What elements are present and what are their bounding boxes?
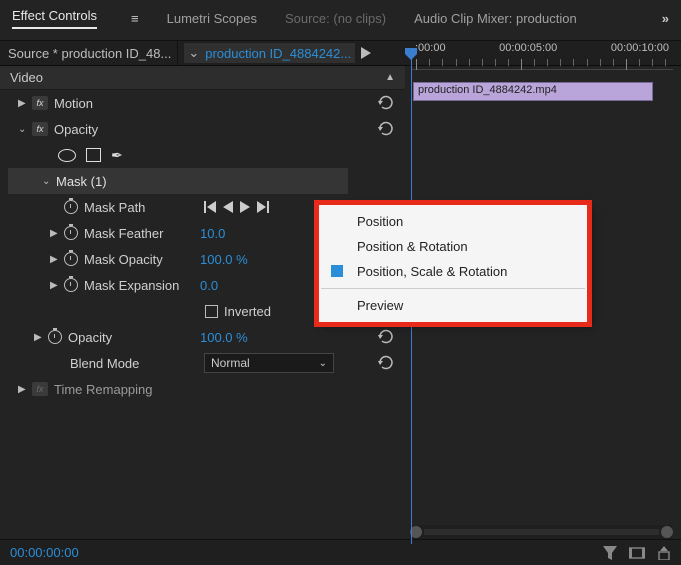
tab-audio-clip-mixer[interactable]: Audio Clip Mixer: production <box>414 11 577 26</box>
menu-item-preview[interactable]: Preview <box>319 293 587 318</box>
filter-icon[interactable] <box>603 546 617 560</box>
opacity-label: Opacity <box>54 122 98 137</box>
chevron-right-icon[interactable]: ▶ <box>18 98 28 109</box>
panel-tab-bar: Effect Controls ≡ Lumetri Scopes Source:… <box>0 0 681 30</box>
mask-path-label: Mask Path <box>84 200 145 215</box>
opacity-value-row[interactable]: ▶ Opacity 100.0 % <box>0 324 405 350</box>
stopwatch-icon[interactable] <box>64 226 78 240</box>
blend-mode-row[interactable]: Blend Mode Normal ⌄ <box>0 350 405 376</box>
check-icon <box>331 265 343 277</box>
ellipse-mask-icon[interactable] <box>58 149 76 162</box>
chevron-down-icon[interactable]: ⌄ <box>18 124 28 135</box>
play-icon[interactable] <box>361 47 371 59</box>
time-label-0: :00:00 <box>415 42 446 54</box>
motion-row[interactable]: ▶ fx Motion <box>0 90 405 116</box>
chevron-right-icon[interactable]: ▶ <box>50 280 60 291</box>
stopwatch-icon[interactable] <box>48 330 62 344</box>
footer-bar: 00:00:00:00 <box>0 539 681 565</box>
time-remapping-row[interactable]: ▶ fx Time Remapping <box>0 376 405 402</box>
current-timecode[interactable]: 00:00:00:00 <box>10 545 79 560</box>
menu-item-position[interactable]: Position <box>319 209 587 234</box>
video-label: Video <box>10 70 43 85</box>
chevron-down-icon: ⌄ <box>188 45 199 61</box>
fx-badge-icon[interactable]: fx <box>32 122 48 136</box>
clip-selector-label: production ID_4884242... <box>205 46 351 61</box>
playhead-handle[interactable] <box>405 48 417 60</box>
blend-mode-select[interactable]: Normal ⌄ <box>204 353 334 373</box>
tab-source[interactable]: Source: (no clips) <box>285 11 386 26</box>
kf-first-icon[interactable] <box>204 201 216 213</box>
menu-item-position-scale-rotation[interactable]: Position, Scale & Rotation <box>319 259 587 284</box>
reset-icon[interactable] <box>377 355 395 371</box>
pen-mask-icon[interactable]: ✒ <box>111 147 123 164</box>
kf-next-icon[interactable] <box>240 201 250 213</box>
time-label-1: 00:00:05:00 <box>499 42 557 54</box>
mask-opacity-value[interactable]: 100.0 % <box>200 252 248 267</box>
reset-icon[interactable] <box>377 329 395 345</box>
clip-icon[interactable] <box>629 546 645 560</box>
video-header[interactable]: Video ▲ <box>0 66 405 90</box>
ruler-ticks <box>411 56 673 70</box>
chevron-down-icon: ⌄ <box>319 358 327 369</box>
reset-icon[interactable] <box>377 95 395 111</box>
mask-expansion-value[interactable]: 0.0 <box>200 278 218 293</box>
collapse-up-icon[interactable]: ▲ <box>385 72 395 83</box>
mask-feather-value[interactable]: 10.0 <box>200 226 225 241</box>
opacity-row[interactable]: ⌄ fx Opacity <box>0 116 405 142</box>
chevron-right-icon[interactable]: ▶ <box>34 332 44 343</box>
zoom-handle-right[interactable] <box>661 526 673 538</box>
timeline-zoom-scroll[interactable] <box>410 525 673 539</box>
kf-last-icon[interactable] <box>257 201 269 213</box>
menu-item-position-rotation[interactable]: Position & Rotation <box>319 234 587 259</box>
keyframe-nav <box>204 201 269 213</box>
mask-expansion-label: Mask Expansion <box>84 278 179 293</box>
stopwatch-icon[interactable] <box>64 252 78 266</box>
time-remapping-label: Time Remapping <box>54 382 153 397</box>
motion-label: Motion <box>54 96 93 111</box>
chevron-right-icon[interactable]: ▶ <box>18 384 28 395</box>
mask-opacity-label: Mask Opacity <box>84 252 163 267</box>
mask-1-label: Mask (1) <box>56 174 107 189</box>
tab-lumetri-scopes[interactable]: Lumetri Scopes <box>167 11 257 26</box>
clip-selector[interactable]: ⌄ production ID_4884242... <box>184 43 355 63</box>
chevron-down-icon[interactable]: ⌄ <box>42 176 52 187</box>
blend-mode-value: Normal <box>211 356 250 370</box>
tab-overflow-icon[interactable]: » <box>662 11 669 26</box>
fx-badge-icon[interactable]: fx <box>32 96 48 110</box>
opacity2-value[interactable]: 100.0 % <box>200 330 248 345</box>
tab-effect-controls[interactable]: Effect Controls <box>12 8 97 29</box>
mask-feather-label: Mask Feather <box>84 226 163 241</box>
inverted-checkbox[interactable] <box>205 305 218 318</box>
source-label: Source * production ID_48... <box>8 46 171 61</box>
stopwatch-icon[interactable] <box>64 200 78 214</box>
zoom-track[interactable] <box>424 529 659 535</box>
chevron-right-icon[interactable]: ▶ <box>50 228 60 239</box>
blend-mode-label: Blend Mode <box>70 356 139 371</box>
menu-separator <box>321 288 585 289</box>
panel-menu-icon[interactable]: ≡ <box>131 11 139 26</box>
kf-prev-icon[interactable] <box>223 201 233 213</box>
fx-badge-icon[interactable]: fx <box>32 382 48 396</box>
mask-shape-tools: ✒ <box>0 142 405 168</box>
export-icon[interactable] <box>657 546 671 560</box>
inverted-label: Inverted <box>224 304 271 319</box>
reset-icon[interactable] <box>377 121 395 137</box>
time-label-2: 00:00:10:00 <box>611 42 669 54</box>
mask-1-row[interactable]: ⌄ Mask (1) <box>8 168 348 194</box>
stopwatch-icon[interactable] <box>64 278 78 292</box>
menu-item-label: Position, Scale & Rotation <box>357 264 507 279</box>
rectangle-mask-icon[interactable] <box>86 148 101 162</box>
chevron-right-icon[interactable]: ▶ <box>50 254 60 265</box>
clip-bar[interactable]: production ID_4884242.mp4 <box>413 82 653 101</box>
opacity2-label: Opacity <box>68 330 112 345</box>
timeline-ruler[interactable]: :00:00 00:00:05:00 00:00:10:00 <box>411 36 673 80</box>
tracking-context-menu: Position Position & Rotation Position, S… <box>318 204 588 323</box>
